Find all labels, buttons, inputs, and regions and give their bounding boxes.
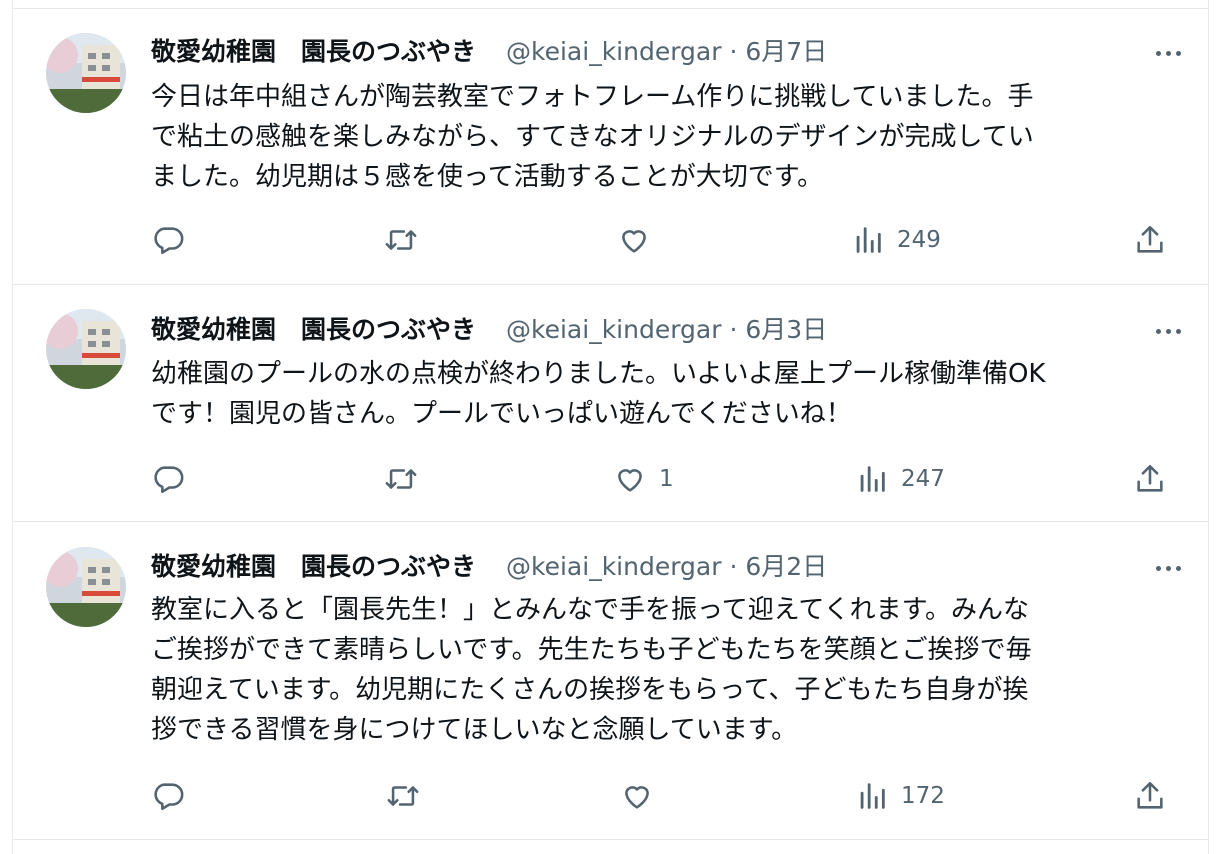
author-handle[interactable]: @keiai_kindergar bbox=[506, 37, 722, 66]
avatar[interactable] bbox=[46, 33, 126, 113]
like-count: 1 bbox=[659, 466, 674, 492]
tweet-header: 敬愛幼稚園 園長のつぶやき @keiai_kindergar · 6月3日 bbox=[151, 313, 827, 347]
retweet-icon bbox=[385, 469, 417, 489]
like-button[interactable]: 1 bbox=[613, 459, 674, 499]
retweet-button[interactable] bbox=[384, 459, 418, 499]
author-name[interactable]: 敬愛幼稚園 園長のつぶやき bbox=[151, 37, 476, 66]
tweet-text: 今日は年中組さんが陶芸教室でフォトフレーム作りに挑戦していました。手 で粘土の感… bbox=[151, 82, 1034, 192]
tweet-actions: 249 bbox=[13, 220, 1208, 260]
tweet-date[interactable]: 6月2日 bbox=[745, 552, 827, 581]
share-icon bbox=[1137, 781, 1163, 809]
share-button[interactable] bbox=[1133, 220, 1167, 260]
reply-icon bbox=[154, 783, 184, 811]
views-button[interactable]: 249 bbox=[851, 220, 941, 260]
tweet-header: 敬愛幼稚園 園長のつぶやき @keiai_kindergar · 6月7日 bbox=[151, 35, 827, 69]
reply-button[interactable] bbox=[151, 459, 185, 499]
view-count: 249 bbox=[897, 227, 941, 253]
tweet-header: 敬愛幼稚園 園長のつぶやき @keiai_kindergar · 6月2日 bbox=[151, 550, 827, 584]
separator-dot: · bbox=[729, 315, 738, 344]
tweet[interactable]: 敬愛幼稚園 園長のつぶやき @keiai_kindergar · 6月7日 今日は… bbox=[13, 8, 1208, 285]
more-options-button[interactable] bbox=[1150, 35, 1186, 71]
share-icon bbox=[1137, 464, 1163, 492]
author-handle[interactable]: @keiai_kindergar bbox=[506, 552, 722, 581]
tweet-text: 幼稚園のプールの水の点検が終わりました。いよいよ屋上プール稼働準備OK です！園… bbox=[151, 359, 1046, 429]
reply-button[interactable] bbox=[151, 220, 185, 260]
more-options-button[interactable] bbox=[1150, 313, 1186, 349]
retweet-icon bbox=[385, 230, 417, 250]
view-count: 172 bbox=[901, 783, 945, 809]
more-icon bbox=[1155, 50, 1161, 56]
share-button[interactable] bbox=[1133, 776, 1167, 816]
timeline-feed: 敬愛幼稚園 園長のつぶやき @keiai_kindergar · 6月7日 今日は… bbox=[12, 0, 1209, 854]
view-count: 247 bbox=[901, 466, 945, 492]
reply-button[interactable] bbox=[151, 776, 185, 816]
tweet-actions: 172 bbox=[13, 776, 1208, 816]
like-button[interactable] bbox=[617, 220, 663, 260]
analytics-icon bbox=[860, 783, 885, 809]
heart-icon bbox=[618, 469, 642, 492]
tweet-text: 教室に入ると「園長先生！」とみんなで手を振って迎えてくれます。みんな ご挨拶がで… bbox=[151, 595, 1032, 745]
views-button[interactable]: 172 bbox=[855, 776, 945, 816]
heart-icon bbox=[625, 786, 649, 809]
tweet-date[interactable]: 6月7日 bbox=[745, 37, 827, 66]
retweet-button[interactable] bbox=[384, 220, 418, 260]
retweet-icon bbox=[387, 786, 419, 806]
views-button[interactable]: 247 bbox=[855, 459, 945, 499]
reply-icon bbox=[154, 466, 184, 494]
more-icon bbox=[1155, 328, 1161, 334]
more-options-button[interactable] bbox=[1150, 550, 1186, 586]
analytics-icon bbox=[860, 466, 885, 492]
avatar[interactable] bbox=[46, 309, 126, 389]
tweet-date[interactable]: 6月3日 bbox=[745, 315, 827, 344]
separator-dot: · bbox=[729, 552, 738, 581]
retweet-button[interactable] bbox=[386, 776, 420, 816]
analytics-icon bbox=[856, 227, 881, 253]
share-icon bbox=[1137, 225, 1163, 253]
like-button[interactable] bbox=[620, 776, 666, 816]
avatar[interactable] bbox=[46, 547, 126, 627]
share-button[interactable] bbox=[1133, 459, 1167, 499]
author-name[interactable]: 敬愛幼稚園 園長のつぶやき bbox=[151, 315, 476, 344]
tweet[interactable]: 敬愛幼稚園 園長のつぶやき @keiai_kindergar · 6月2日 教室に… bbox=[13, 522, 1208, 840]
tweet-actions: 1 247 bbox=[13, 459, 1208, 499]
more-icon bbox=[1155, 565, 1161, 571]
reply-icon bbox=[154, 227, 184, 255]
separator-dot: · bbox=[729, 37, 738, 66]
heart-icon bbox=[622, 230, 646, 253]
tweet[interactable]: 敬愛幼稚園 園長のつぶやき @keiai_kindergar · 6月3日 幼稚園… bbox=[13, 285, 1208, 522]
author-name[interactable]: 敬愛幼稚園 園長のつぶやき bbox=[151, 552, 476, 581]
author-handle[interactable]: @keiai_kindergar bbox=[506, 315, 722, 344]
